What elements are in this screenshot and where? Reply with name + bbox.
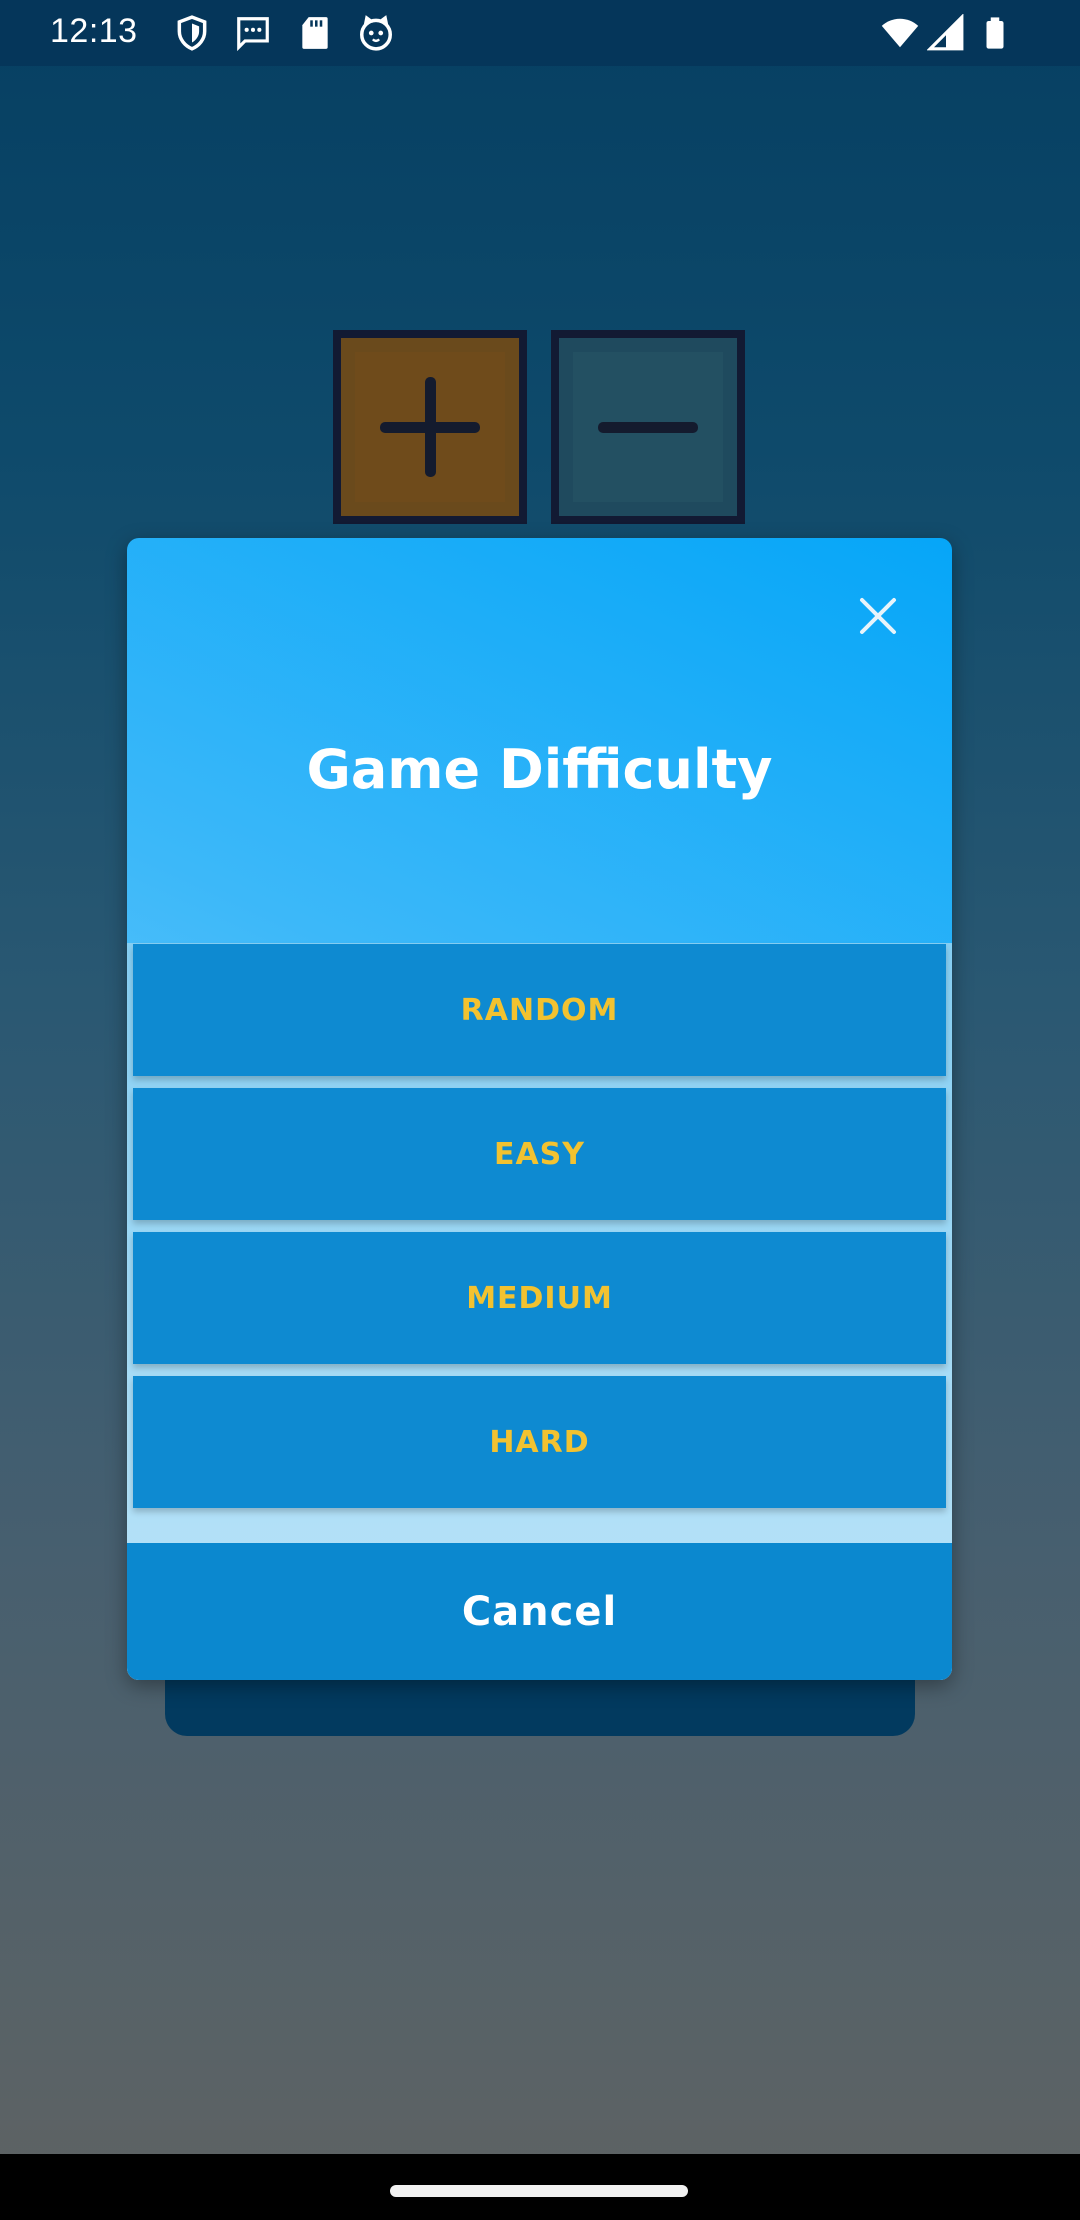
status-time: 12:13 xyxy=(50,12,138,50)
option-random-button[interactable]: RANDOM xyxy=(133,944,946,1076)
message-icon xyxy=(234,14,272,52)
option-medium-button[interactable]: MEDIUM xyxy=(133,1232,946,1364)
wifi-icon xyxy=(880,14,920,52)
battery-icon xyxy=(978,14,1018,52)
dialog-title: Game Difficulty xyxy=(306,738,773,801)
sd-card-icon xyxy=(296,14,334,52)
shield-icon xyxy=(173,14,211,52)
close-icon[interactable] xyxy=(854,592,902,640)
option-hard-button[interactable]: HARD xyxy=(133,1376,946,1508)
option-easy-button[interactable]: EASY xyxy=(133,1088,946,1220)
minus-icon xyxy=(598,422,698,433)
cat-icon xyxy=(357,14,395,52)
signal-icon xyxy=(926,13,967,52)
status-bar: 12:13 xyxy=(0,0,1080,66)
plus-tile[interactable] xyxy=(333,330,527,524)
minus-tile[interactable] xyxy=(551,330,745,524)
difficulty-dialog: Game Difficulty RANDOM EASY MEDIUM HARD … xyxy=(127,538,952,1680)
plus-icon xyxy=(380,377,480,477)
cancel-button[interactable]: Cancel xyxy=(127,1543,952,1680)
home-gesture-pill[interactable] xyxy=(390,2185,688,2197)
